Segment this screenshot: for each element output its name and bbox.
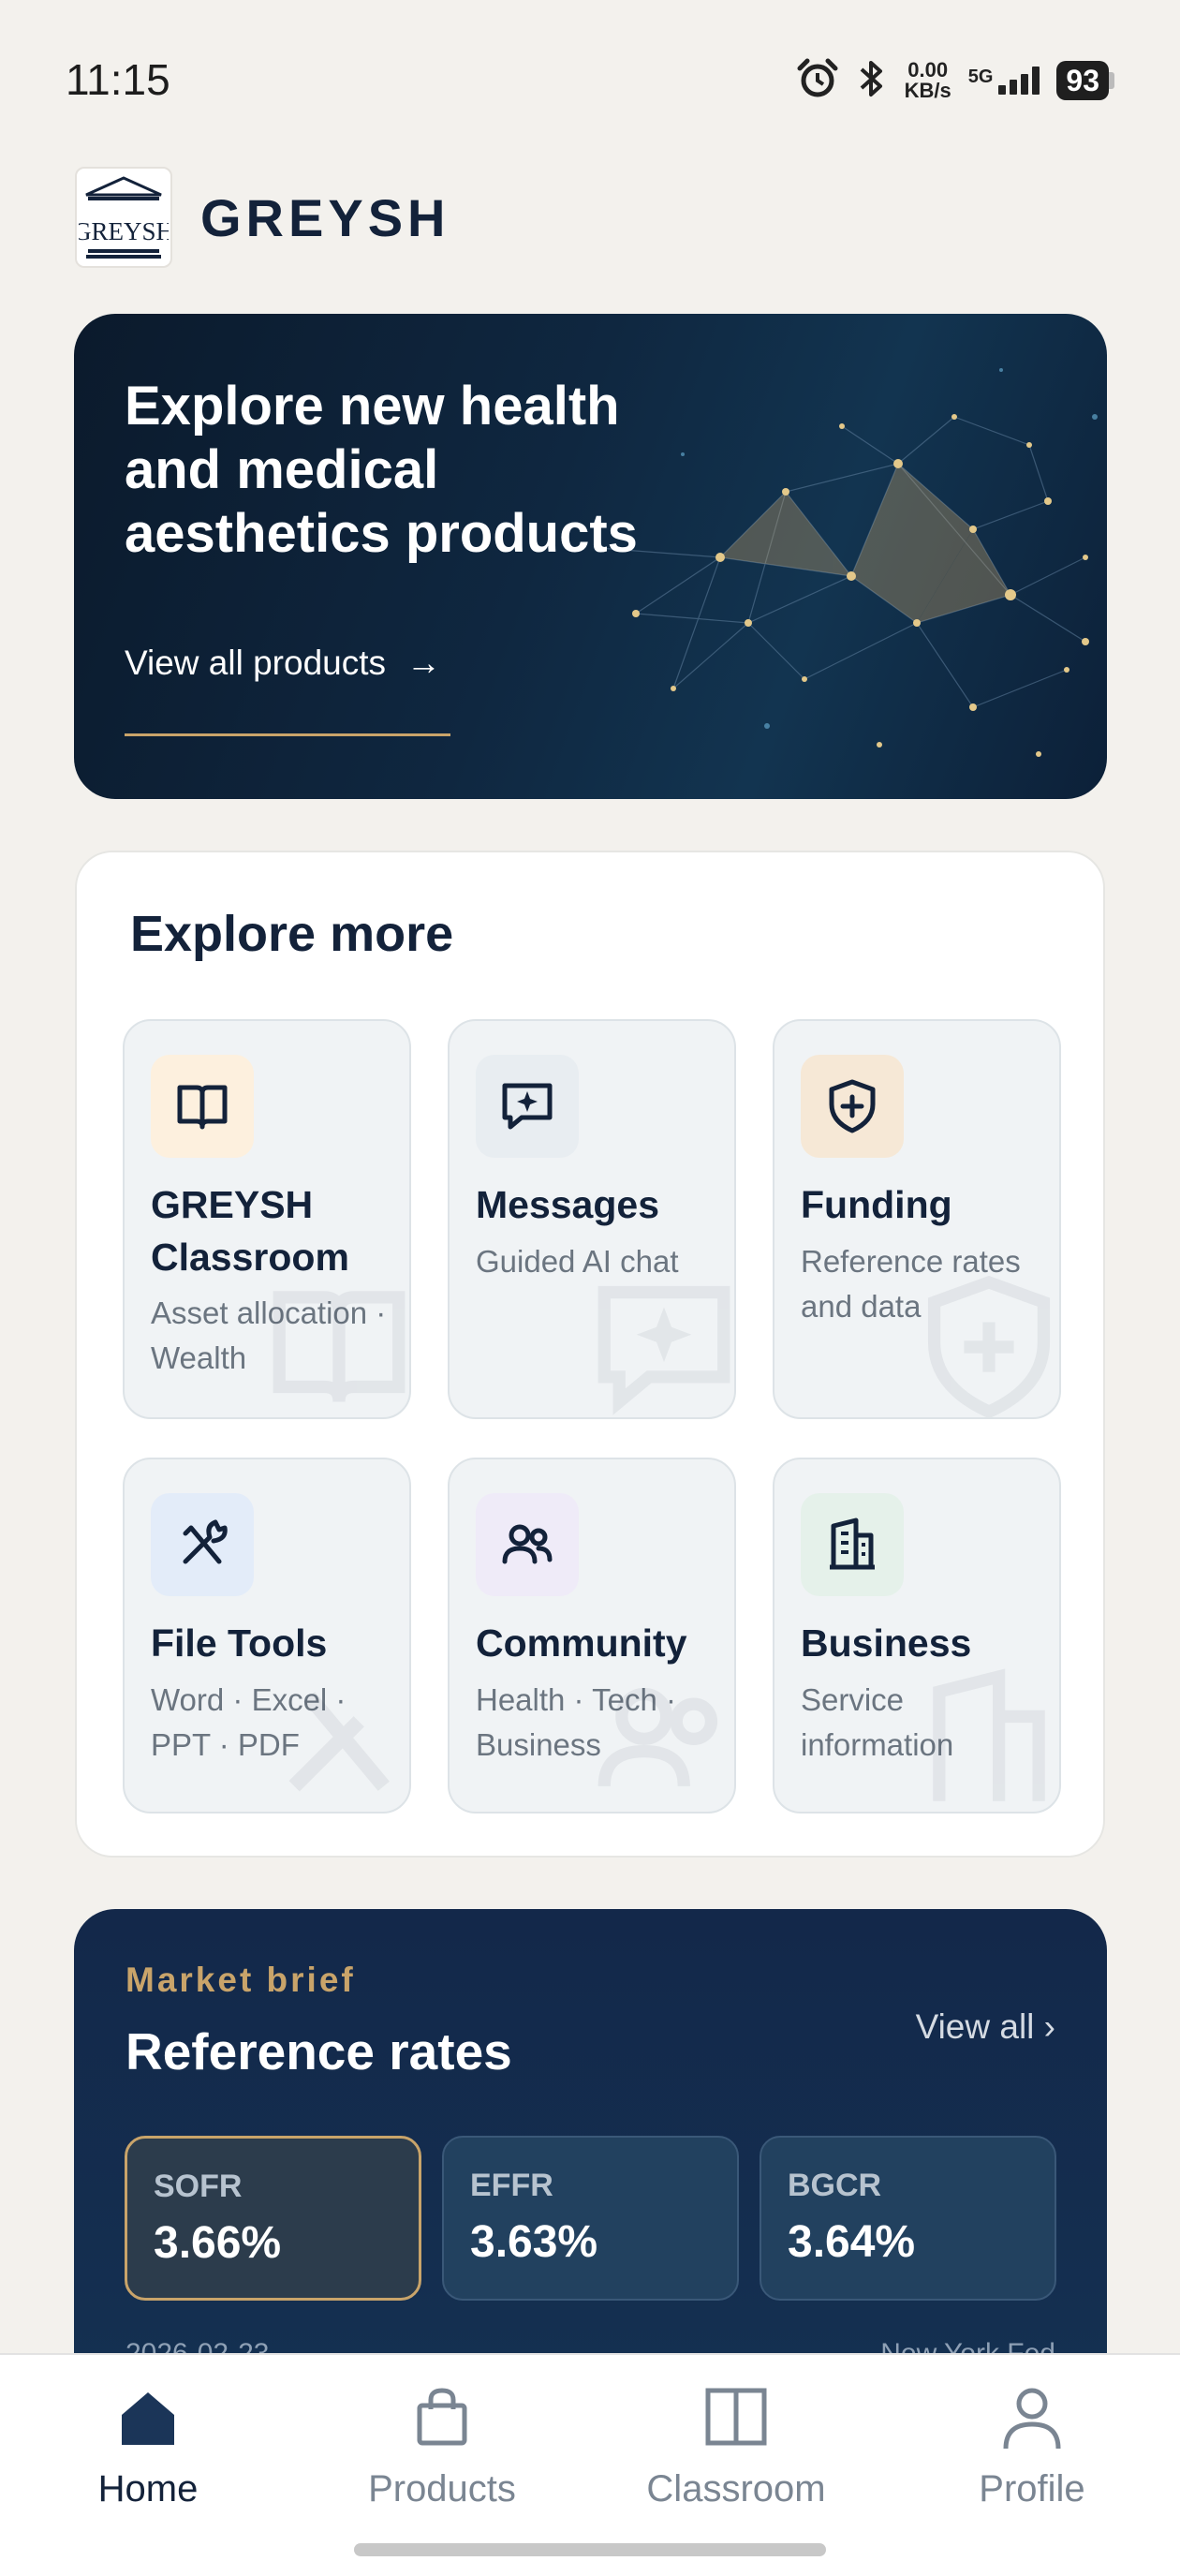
book-icon <box>151 1055 254 1158</box>
tile-classroom[interactable]: GREYSH Classroom Asset allocation · Weal… <box>123 1019 411 1419</box>
tile-funding[interactable]: Funding Reference rates and data <box>773 1019 1061 1419</box>
hero-title: Explore new health and medical aesthetic… <box>125 376 638 564</box>
home-indicator[interactable] <box>354 2543 826 2556</box>
alarm-icon <box>796 57 839 105</box>
market-title: Reference rates <box>125 2022 512 2080</box>
hero-underline <box>125 733 450 736</box>
explore-more-card: Explore more GREYSH Classroom Asset allo… <box>75 851 1105 1858</box>
brand-logo: GREYSH <box>75 167 172 268</box>
bag-icon <box>408 2383 476 2455</box>
shield-plus-icon <box>801 1055 904 1158</box>
tile-title: Messages <box>476 1183 660 1226</box>
nav-label: Profile <box>979 2468 1085 2509</box>
rate-label: EFFR <box>470 2168 553 2203</box>
nav-home[interactable]: Home <box>26 2383 270 2510</box>
market-kicker: Market brief <box>125 1961 356 1999</box>
status-bar: 11:15 0.00 KB/s 5G 93 <box>0 0 1180 159</box>
tools-watermark-icon <box>288 1692 390 1792</box>
tile-community[interactable]: Community Health · Tech · Business <box>448 1458 736 1814</box>
tile-title: Funding <box>801 1183 952 1226</box>
user-icon <box>998 2383 1066 2455</box>
app-header: GREYSH GREYSH <box>75 167 450 268</box>
rate-label: SOFR <box>154 2169 243 2204</box>
rate-card-bgcr[interactable]: BGCR 3.64% <box>760 2136 1056 2301</box>
tile-file-tools[interactable]: File Tools Word · Excel · PPT · PDF <box>123 1458 411 1814</box>
bluetooth-icon <box>856 57 888 105</box>
net-speed-unit: KB/s <box>904 79 951 102</box>
nav-label: Products <box>368 2468 516 2509</box>
people-watermark-icon <box>597 1687 718 1787</box>
people-icon <box>476 1493 579 1596</box>
rate-value: 3.66% <box>154 2218 282 2268</box>
home-icon <box>114 2383 182 2455</box>
view-all-products-link[interactable]: View all products → <box>125 644 441 683</box>
status-icons: 0.00 KB/s 5G 93 <box>796 54 1114 107</box>
building-icon <box>801 1493 904 1596</box>
nav-products[interactable]: Products <box>320 2383 564 2510</box>
battery-icon: 93 <box>1056 61 1114 100</box>
net-speed: 0.00 KB/s <box>905 60 951 101</box>
network-type: 5G <box>967 67 994 87</box>
nav-label: Classroom <box>646 2468 826 2509</box>
shield-watermark-icon <box>927 1275 1051 1417</box>
rate-value: 3.64% <box>788 2217 916 2267</box>
tile-messages[interactable]: Messages Guided AI chat <box>448 1019 736 1419</box>
book-watermark-icon <box>273 1291 406 1402</box>
hero-banner[interactable]: Explore new health and medical aesthetic… <box>74 314 1107 799</box>
view-all-rates-link[interactable]: View all › <box>916 2007 1055 2047</box>
brand-name: GREYSH <box>200 187 450 247</box>
rate-card-effr[interactable]: EFFR 3.63% <box>442 2136 739 2301</box>
nav-classroom[interactable]: Classroom <box>614 2383 858 2510</box>
rate-card-sofr[interactable]: SOFR 3.66% <box>125 2136 421 2301</box>
rate-value: 3.63% <box>470 2217 598 2267</box>
status-time: 11:15 <box>66 55 170 104</box>
brand-logo-text: GREYSH <box>79 217 169 245</box>
rate-label: BGCR <box>788 2168 882 2203</box>
view-all-products-label: View all products <box>125 644 387 682</box>
battery-level: 93 <box>1056 61 1109 100</box>
book-icon <box>702 2383 770 2455</box>
explore-more-title: Explore more <box>130 906 454 962</box>
arrow-right-icon: → <box>406 644 442 682</box>
tools-icon <box>151 1493 254 1596</box>
chat-sparkle-icon <box>476 1055 579 1158</box>
tile-business[interactable]: Business Service information <box>773 1458 1061 1814</box>
net-speed-value: 0.00 <box>907 58 949 81</box>
chat-watermark-icon <box>597 1285 730 1415</box>
signal-icon: 5G <box>968 67 1040 95</box>
nav-profile[interactable]: Profile <box>910 2383 1154 2510</box>
building-watermark-icon <box>933 1668 1045 1801</box>
nav-label: Home <box>97 2468 199 2509</box>
